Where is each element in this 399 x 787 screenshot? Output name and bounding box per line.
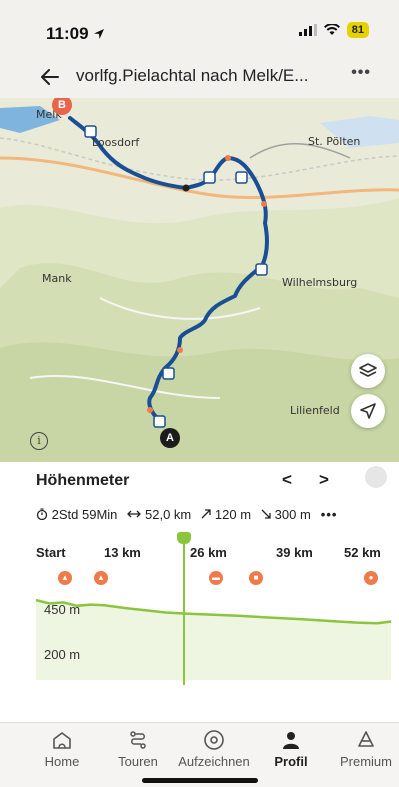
km-label: 39 km xyxy=(276,545,313,560)
route-start-marker[interactable]: A xyxy=(160,428,180,448)
wifi-icon xyxy=(323,24,340,35)
navigation-arrow-icon xyxy=(360,403,376,419)
poi-marker[interactable]: ■ xyxy=(249,571,263,585)
map-label-loosdorf: Loosdorf xyxy=(92,136,140,149)
y-axis-label: 450 m xyxy=(44,602,81,617)
stats-more-button[interactable]: ••• xyxy=(321,507,338,522)
poi-marker[interactable]: ▲ xyxy=(94,571,108,585)
record-icon xyxy=(204,730,224,750)
route-icon xyxy=(130,731,146,749)
elevation-area xyxy=(36,600,391,680)
tour-stats: 2Std 59Min 52,0 km 120 m 300 m ••• xyxy=(36,507,337,522)
home-icon xyxy=(53,732,71,749)
tour-title: vorlfg.Pielachtal nach Melk/E... xyxy=(76,66,309,85)
nav-premium[interactable]: Premium xyxy=(326,729,399,769)
stopwatch-icon xyxy=(36,508,48,521)
nav-aufzeichnen[interactable]: Aufzeichnen xyxy=(174,729,254,769)
home-indicator xyxy=(142,778,258,783)
nav-profil[interactable]: Profil xyxy=(251,729,331,769)
km-label: 13 km xyxy=(104,545,141,560)
battery-indicator: 81 xyxy=(346,22,369,38)
chart-cursor-handle[interactable] xyxy=(177,532,191,544)
route-map[interactable]: Melk Loosdorf St. Pölten Mank Wilhelmsbu… xyxy=(0,98,399,462)
map-info-button[interactable]: i xyxy=(30,432,48,450)
app-screen: 11:09 81 vorlfg.Pielachtal nach Melk/E..… xyxy=(0,0,399,787)
km-label: Start xyxy=(36,545,66,560)
poi-marker[interactable]: ▲ xyxy=(58,571,72,585)
chart-cursor-line[interactable] xyxy=(183,537,185,685)
premium-icon xyxy=(358,731,374,747)
profile-icon xyxy=(283,732,299,749)
more-options-button[interactable]: ••• xyxy=(351,64,371,82)
settings-icon[interactable] xyxy=(365,466,387,488)
map-layers-button[interactable] xyxy=(351,354,385,388)
ascent-stat: 120 m xyxy=(201,507,251,522)
layers-icon xyxy=(359,363,377,377)
locate-me-button[interactable] xyxy=(351,394,385,428)
elevation-panel: Höhenmeter < > 2Std 59Min 52,0 km 120 m … xyxy=(0,462,399,722)
km-label: 26 km xyxy=(190,545,227,560)
next-button[interactable]: > xyxy=(319,470,329,490)
map-label-lilienfeld: Lilienfeld xyxy=(290,404,340,417)
duration-stat: 2Std 59Min xyxy=(36,507,117,522)
nav-touren[interactable]: Touren xyxy=(98,729,178,769)
previous-button[interactable]: < xyxy=(282,470,292,490)
ascent-arrow-icon xyxy=(201,509,211,519)
descent-arrow-icon xyxy=(261,509,271,519)
map-label-st-poelten: St. Pölten xyxy=(308,135,361,148)
signal-icon xyxy=(298,24,317,36)
descent-stat: 300 m xyxy=(261,507,311,522)
arrow-left-icon xyxy=(41,69,59,85)
distance-arrows-icon xyxy=(127,510,142,518)
poi-marker[interactable]: ● xyxy=(364,571,378,585)
location-arrow-icon xyxy=(94,29,105,39)
y-axis-label: 200 m xyxy=(44,647,81,662)
tour-header: vorlfg.Pielachtal nach Melk/E... ••• xyxy=(0,58,399,98)
status-bar: 11:09 81 xyxy=(0,0,399,58)
status-time: 11:09 xyxy=(46,24,105,44)
km-label: 52 km xyxy=(344,545,381,560)
map-label-wilhelmsburg: Wilhelmsburg xyxy=(282,276,358,289)
distance-stat: 52,0 km xyxy=(127,507,191,522)
elevation-title: Höhenmeter xyxy=(36,472,130,489)
nav-home[interactable]: Home xyxy=(22,729,102,769)
poi-marker[interactable]: ▬ xyxy=(209,571,223,585)
back-button[interactable] xyxy=(36,63,64,91)
status-icons: 81 xyxy=(298,22,369,38)
map-label-mank: Mank xyxy=(42,272,72,285)
